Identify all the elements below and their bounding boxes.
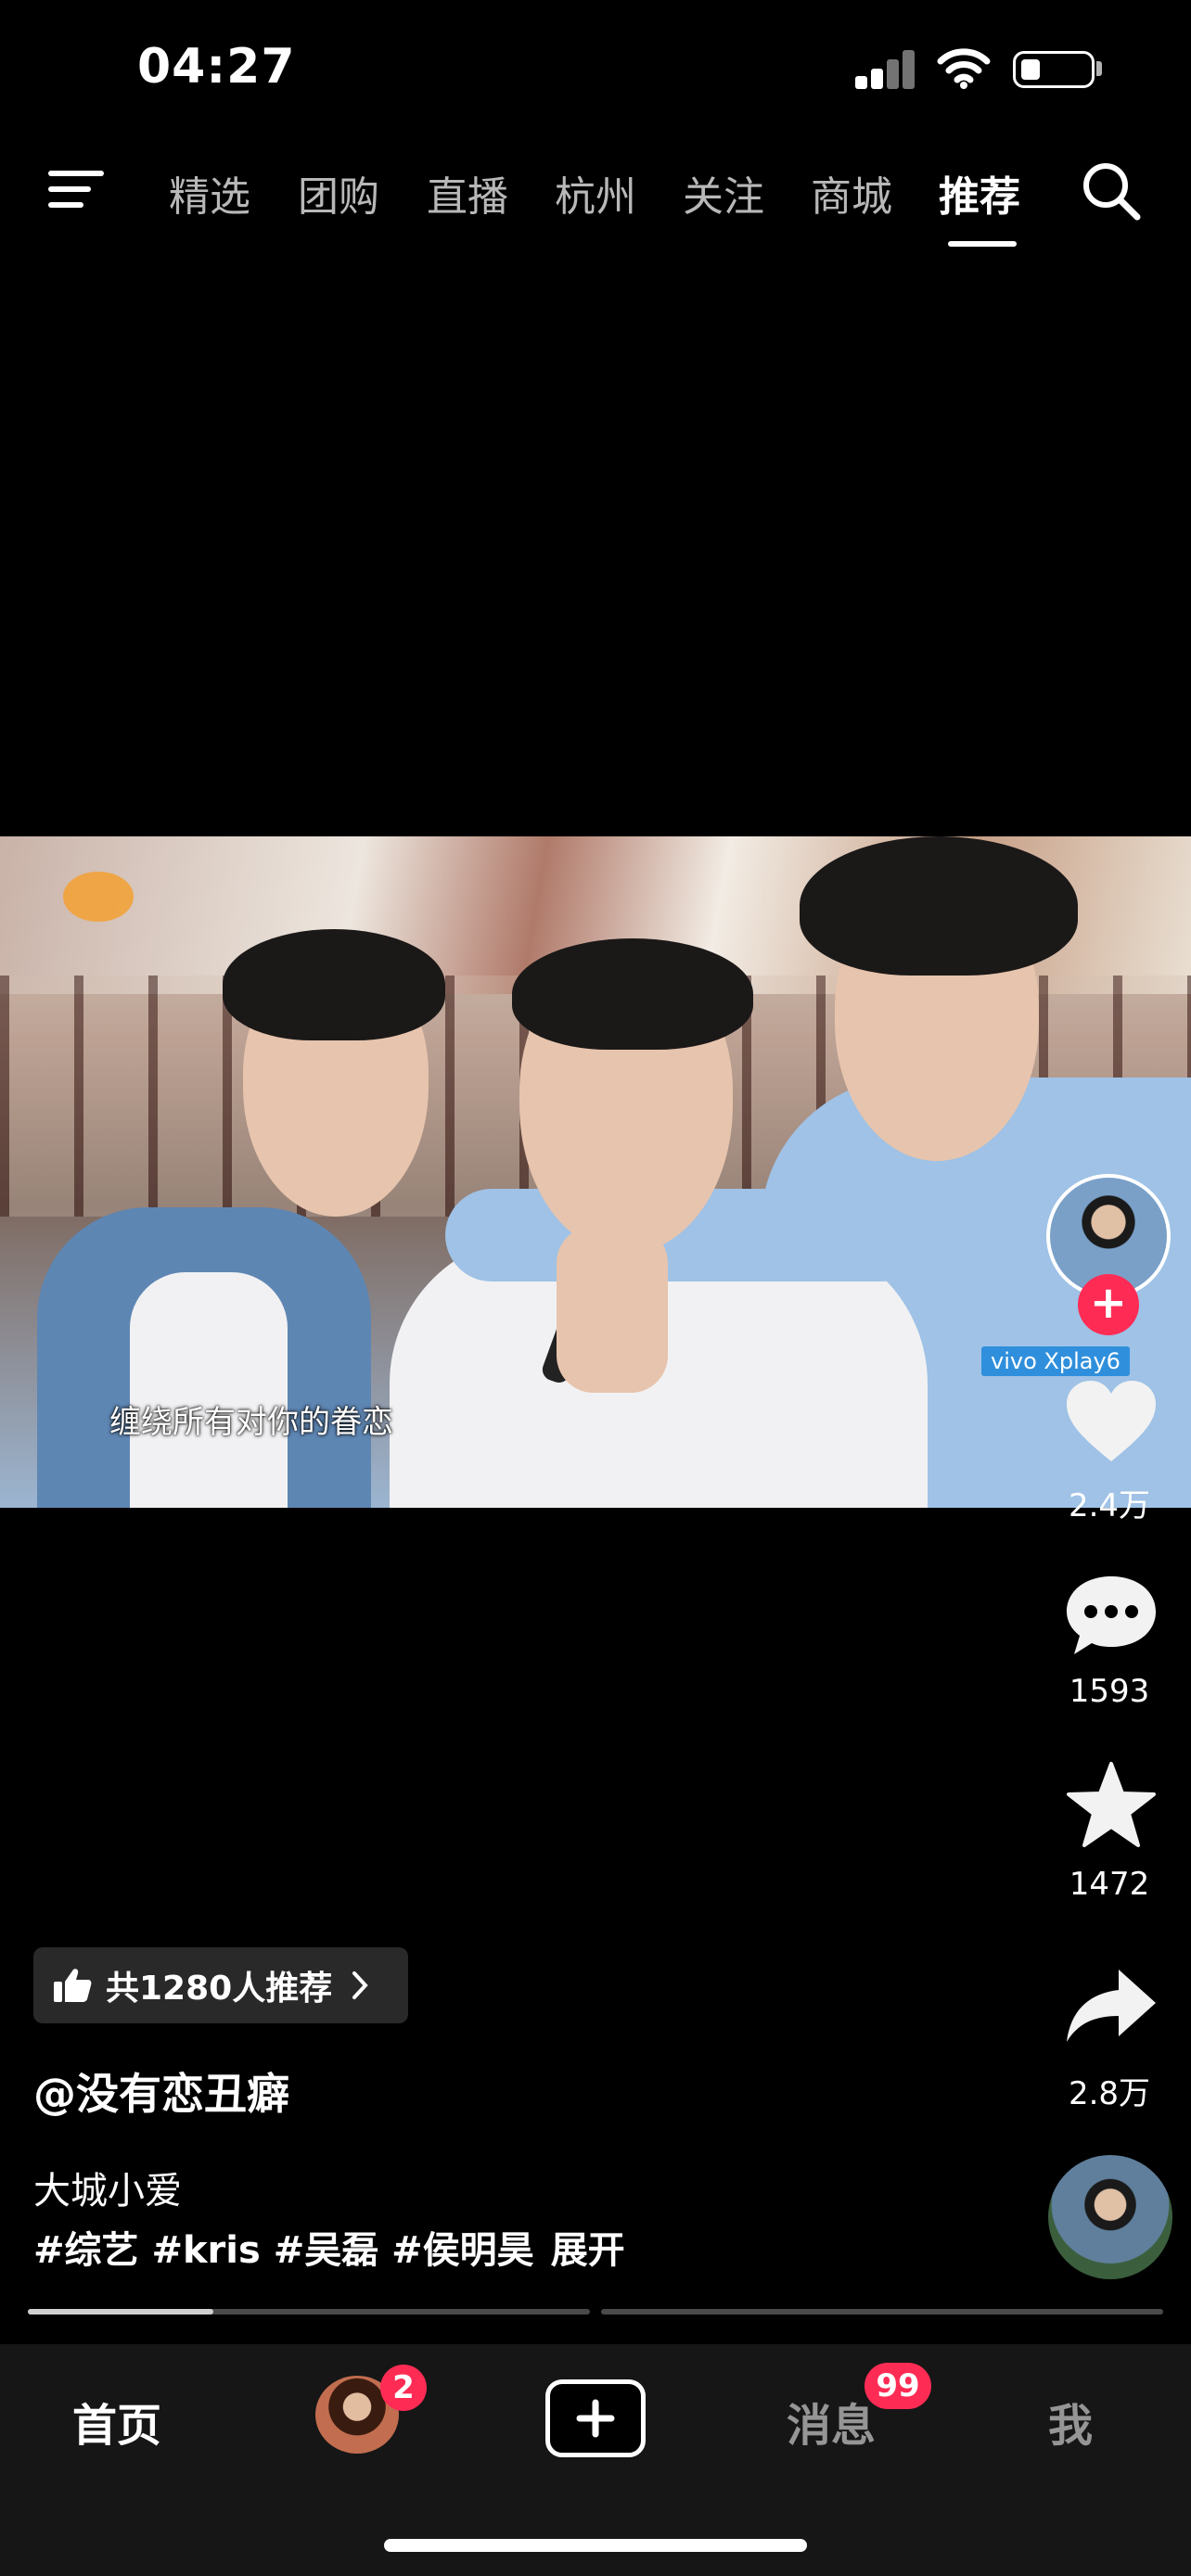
like-count: 2.4万 xyxy=(1068,1487,1151,1524)
battery-level xyxy=(1021,59,1040,80)
search-icon[interactable] xyxy=(1080,159,1143,223)
music-disc[interactable] xyxy=(1048,2155,1172,2279)
tab-tuangou[interactable]: 团购 xyxy=(298,163,379,223)
nav-me[interactable]: 我 xyxy=(1048,2389,1093,2454)
active-tab-indicator xyxy=(948,241,1017,247)
menu-icon[interactable] xyxy=(48,167,104,211)
hand-holding-mic xyxy=(557,1226,668,1393)
progress-fill xyxy=(28,2309,213,2315)
create-button[interactable] xyxy=(545,2379,646,2457)
favorite-count: 1472 xyxy=(1069,1866,1150,1903)
home-indicator xyxy=(384,2539,807,2552)
person-left-hair xyxy=(223,929,445,1040)
person-left-shirt xyxy=(130,1272,288,1508)
progress-bar-next xyxy=(601,2309,1163,2315)
messages-badge: 99 xyxy=(864,2363,931,2409)
recommend-pill[interactable]: 共1280人推荐 xyxy=(33,1947,408,2023)
tab-guanzhu[interactable]: 关注 xyxy=(683,163,764,223)
share-count: 2.8万 xyxy=(1068,2075,1151,2112)
sponsor-tag: vivo Xplay6 xyxy=(981,1346,1130,1376)
channel-logo xyxy=(63,872,134,922)
hashtags[interactable]: #综艺 #kris #吴磊 #侯明昊 展开 xyxy=(33,2220,625,2274)
plus-icon xyxy=(576,2399,615,2438)
person-right-hair xyxy=(800,836,1078,976)
favorite-star-icon[interactable] xyxy=(1063,1760,1159,1849)
nav-home[interactable]: 首页 xyxy=(72,2389,161,2454)
tab-tuijian[interactable]: 推荐 xyxy=(939,163,1020,223)
tab-hangzhou[interactable]: 杭州 xyxy=(555,163,636,223)
recommend-text: 共1280人推荐 xyxy=(106,1970,333,2008)
video-caption: 大城小爱 xyxy=(33,2170,182,2213)
friend-badge: 2 xyxy=(380,2365,427,2411)
battery-tip xyxy=(1096,61,1102,76)
nav-messages[interactable]: 消息 xyxy=(787,2389,876,2454)
hashtag-list[interactable]: #综艺 #kris #吴磊 #侯明昊 xyxy=(33,2229,534,2272)
tab-zhibo[interactable]: 直播 xyxy=(427,163,508,223)
like-heart-icon[interactable] xyxy=(1063,1378,1159,1465)
expand-button[interactable]: 展开 xyxy=(551,2229,625,2272)
signal-icon xyxy=(855,48,916,89)
comment-count: 1593 xyxy=(1069,1673,1150,1710)
progress-bar[interactable] xyxy=(28,2309,590,2315)
video-player[interactable]: 高 vivo Xplay6 缠绕所有对你的眷恋 xyxy=(0,836,1191,1508)
thumbs-up-icon xyxy=(54,1969,92,2002)
tab-jingxuan[interactable]: 精选 xyxy=(169,163,250,223)
battery-icon xyxy=(1013,51,1095,88)
follow-button[interactable]: + xyxy=(1078,1274,1139,1335)
video-subtitle: 缠绕所有对你的眷恋 xyxy=(109,1404,393,1441)
chevron-right-icon xyxy=(352,1971,368,1999)
share-arrow-icon[interactable] xyxy=(1063,1964,1159,2047)
wifi-icon xyxy=(937,48,991,89)
person-center-hair xyxy=(512,938,753,1050)
comment-icon[interactable] xyxy=(1063,1571,1159,1658)
author-name[interactable]: @没有恋丑癖 xyxy=(33,2060,289,2122)
tab-shangcheng[interactable]: 商城 xyxy=(811,163,892,223)
status-time: 04:27 xyxy=(137,39,296,95)
